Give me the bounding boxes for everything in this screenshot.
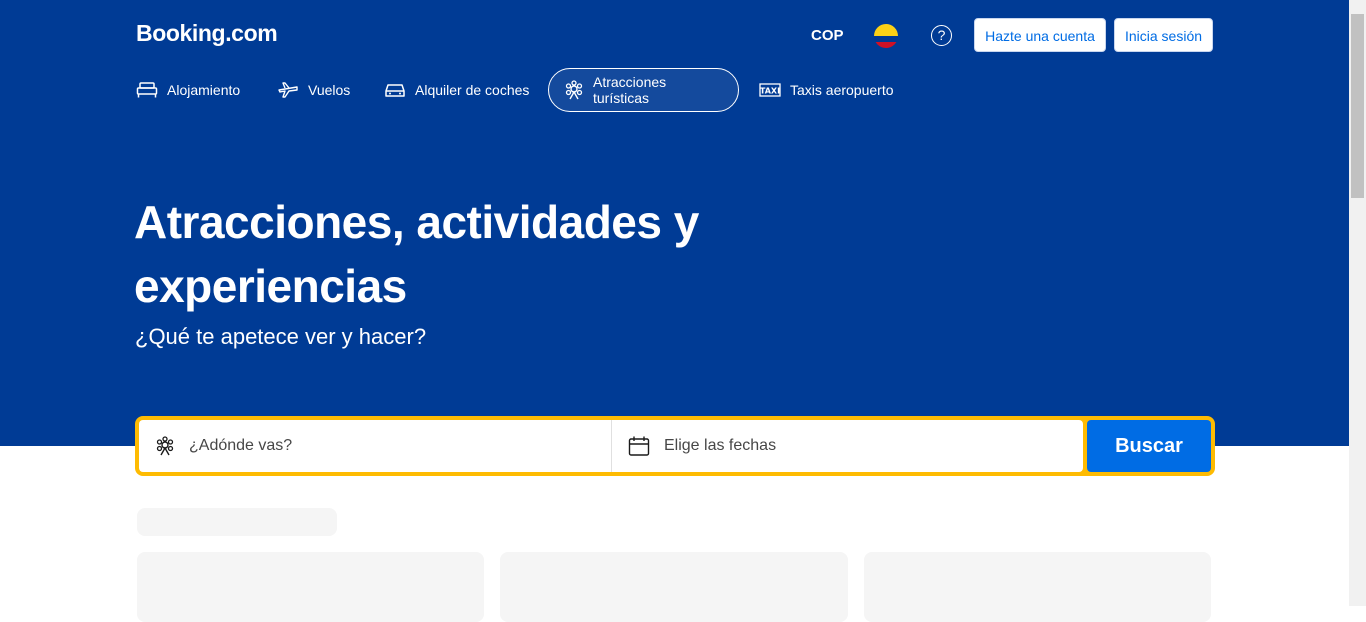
skeleton-card: [864, 552, 1211, 622]
dates-placeholder: Elige las fechas: [664, 437, 777, 454]
svg-text:TAXI: TAXI: [760, 87, 780, 96]
skeleton-title: [137, 508, 337, 536]
bed-icon: [136, 82, 158, 98]
nav-label: Atracciones turísticas: [593, 74, 667, 106]
destination-input[interactable]: ¿Adónde vas?: [139, 420, 611, 472]
nav-item-flights[interactable]: Vuelos: [277, 68, 350, 112]
nav-label: Alquiler de coches: [415, 82, 530, 98]
currency-selector[interactable]: COP: [811, 27, 844, 44]
plane-icon: [278, 82, 298, 98]
skeleton-card: [137, 552, 484, 622]
nav-item-car-rental[interactable]: Alquiler de coches: [384, 68, 529, 112]
colombia-flag-icon[interactable]: [874, 24, 898, 48]
help-icon[interactable]: ?: [931, 25, 952, 46]
destination-placeholder: ¿Adónde vas?: [189, 437, 293, 454]
booking-logo[interactable]: Booking.com: [136, 20, 278, 47]
car-icon: [385, 84, 405, 97]
search-button[interactable]: Buscar: [1087, 420, 1211, 472]
nav-item-accommodation[interactable]: Alojamiento: [136, 68, 240, 112]
attractions-icon: [156, 436, 174, 456]
calendar-icon: [628, 436, 650, 456]
nav-label: Vuelos: [308, 82, 351, 98]
search-bar: ¿Adónde vas? Elige las fechas Buscar: [135, 416, 1215, 476]
date-picker[interactable]: Elige las fechas: [611, 420, 1083, 472]
nav-label: Taxis aeropuerto: [790, 82, 894, 98]
page-subtitle: ¿Qué te apetece ver y hacer?: [135, 324, 427, 349]
page-title: Atracciones, actividades y experiencias: [134, 196, 699, 312]
register-button[interactable]: Hazte una cuenta: [974, 18, 1106, 52]
nav-label: Alojamiento: [167, 82, 241, 98]
nav-item-attractions[interactable]: Atracciones turísticas: [548, 68, 739, 112]
scrollbar-thumb[interactable]: [1351, 14, 1364, 198]
login-button[interactable]: Inicia sesión: [1114, 18, 1213, 52]
attractions-icon: [565, 80, 583, 100]
skeleton-card: [500, 552, 848, 622]
taxi-icon: TAXI: [759, 83, 781, 97]
nav-item-airport-taxis[interactable]: TAXI Taxis aeropuerto: [759, 68, 894, 112]
